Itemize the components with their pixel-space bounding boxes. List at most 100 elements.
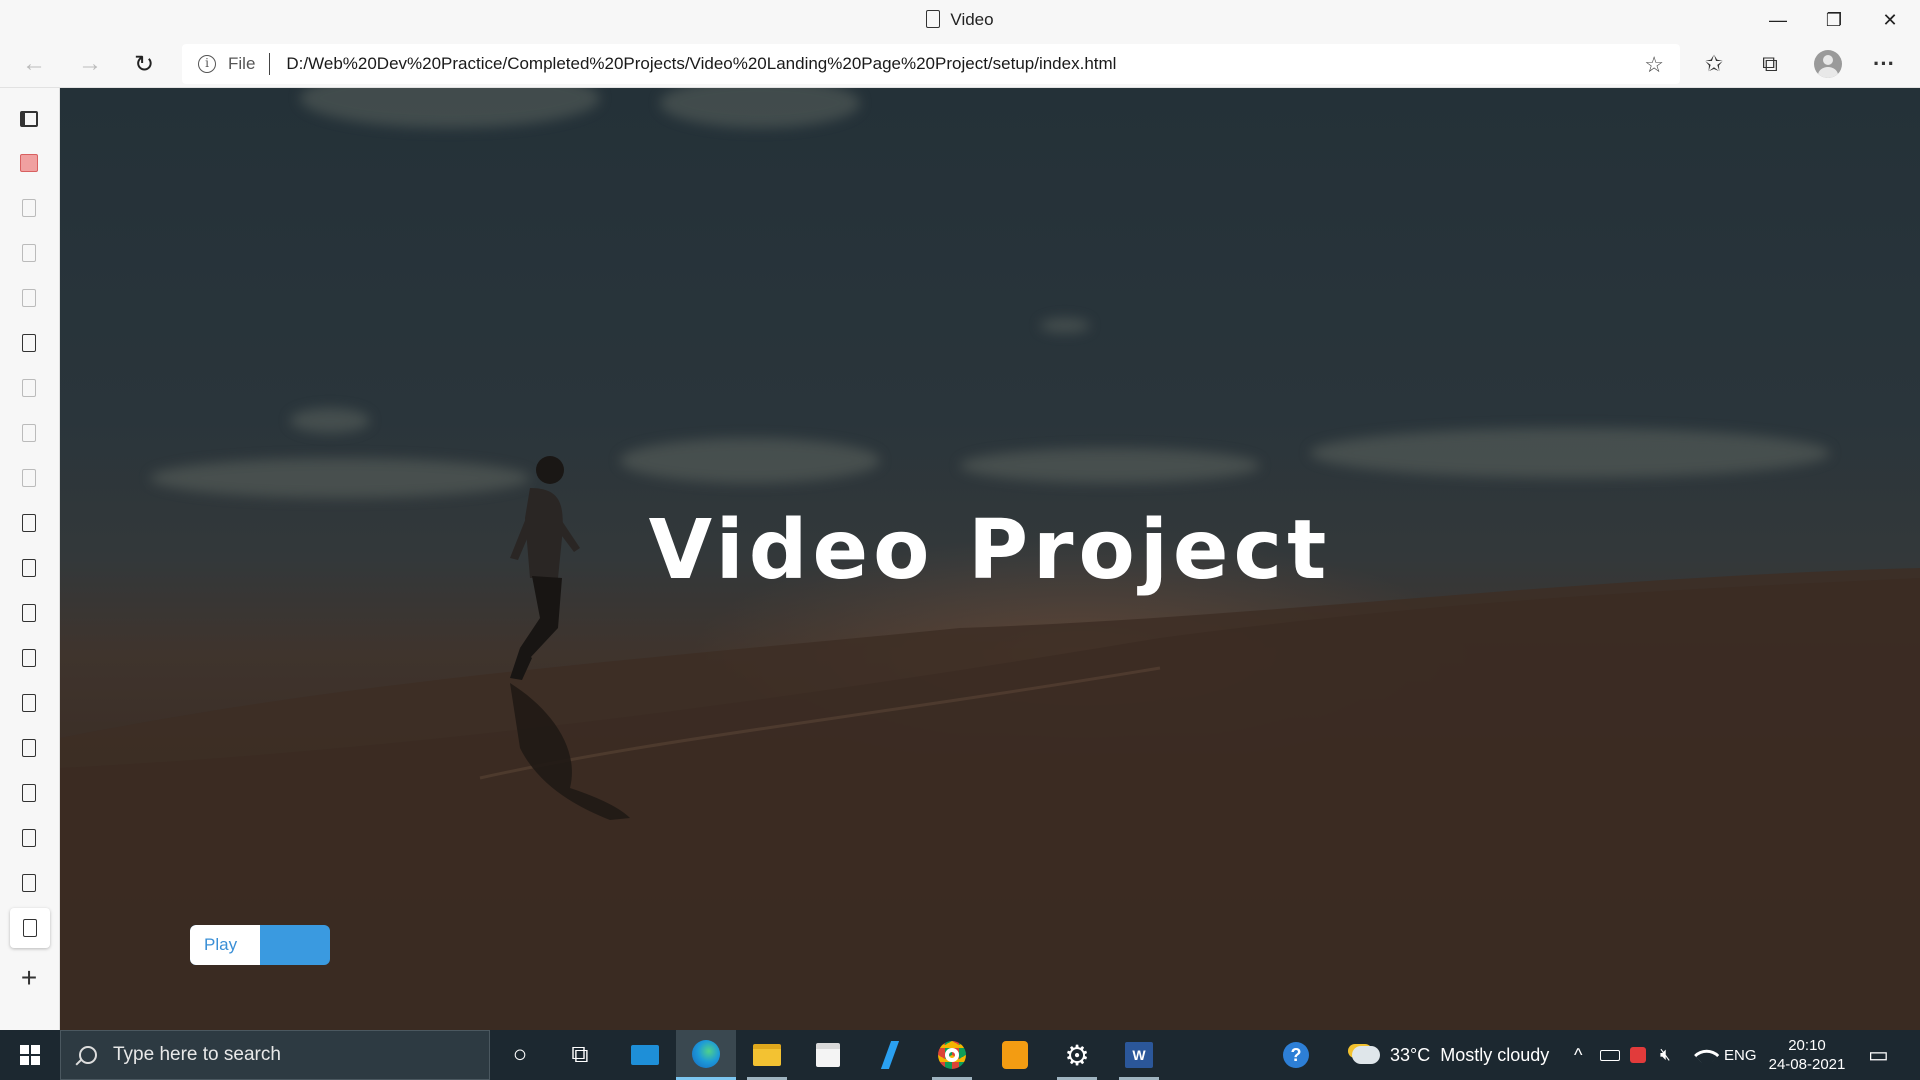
weather-icon [1352,1046,1380,1064]
help-tray[interactable]: ? [1283,1030,1309,1080]
tab-1[interactable] [15,193,43,223]
tab-calendar[interactable] [15,148,43,178]
weather-desc: Mostly cloudy [1440,1044,1550,1065]
language-indicator[interactable]: ENG [1724,1030,1757,1080]
defender-icon[interactable] [1630,1030,1646,1080]
battery-icon[interactable] [1600,1030,1620,1080]
favorites-icon[interactable]: ✩ [1694,44,1734,84]
clock[interactable]: 20:10 24-08-2021 [1762,1036,1852,1074]
add-favorite-icon[interactable]: ☆ [1644,52,1664,78]
forward-button[interactable]: → [70,44,110,84]
avatar [1814,50,1842,78]
weather-widget[interactable]: 33°C Mostly cloudy [1352,1030,1549,1080]
document-icon [22,739,36,757]
tab-2[interactable] [15,238,43,268]
sublime-icon [1002,1041,1028,1069]
cortana-button[interactable]: ○ [490,1030,550,1080]
address-bar[interactable]: i File D:/Web%20Dev%20Practice/Completed… [182,44,1680,84]
sidebar-panel-icon[interactable] [15,104,43,134]
clock-time: 20:10 [1788,1037,1826,1054]
file-explorer-app[interactable] [737,1030,797,1080]
document-icon [22,829,36,847]
tab-3[interactable] [15,283,43,313]
calendar-icon [20,154,38,172]
tab-5[interactable] [15,373,43,403]
tab-12[interactable] [15,688,43,718]
restore-button[interactable]: ❐ [1806,0,1862,40]
volume-muted-icon[interactable]: 🔇︎ [1660,1030,1671,1080]
plus-icon: + [20,962,38,993]
task-view-button[interactable]: ⧉ [550,1030,610,1080]
tab-13[interactable] [15,733,43,763]
document-icon [22,469,36,487]
edge-icon [692,1039,720,1068]
url-scheme: File [228,54,256,73]
document-icon [22,559,36,577]
title-bar: Video — ❐ ✕ [0,0,1920,40]
collections-icon[interactable]: ⧉ [1750,44,1790,84]
site-info-icon[interactable]: i [198,55,216,73]
minimize-button[interactable]: — [1750,0,1806,40]
profile-button[interactable] [1808,44,1848,84]
cloud [300,88,600,128]
refresh-button[interactable]: ↻ [124,44,164,84]
vscode-app[interactable] [860,1030,920,1080]
document-icon [22,694,36,712]
tab-11[interactable] [15,643,43,673]
vscode-icon [880,1041,900,1069]
settings-icon: ⚙ [1064,1039,1090,1071]
taskbar-search[interactable]: Type here to search [60,1030,490,1080]
url-text[interactable]: D:/Web%20Dev%20Practice/Completed%20Proj… [286,54,1116,74]
close-button[interactable]: ✕ [1862,0,1918,40]
window-title: Video [0,10,1920,30]
tab-14[interactable] [15,778,43,808]
document-icon [22,649,36,667]
sublime-app[interactable] [985,1030,1045,1080]
edge-app[interactable] [676,1030,736,1080]
word-icon: W [1125,1042,1153,1068]
back-button[interactable]: ← [14,44,54,84]
mail-app[interactable] [615,1030,675,1080]
tab-9[interactable] [15,553,43,583]
cloud [1040,318,1090,333]
tab-16[interactable] [15,868,43,898]
tab-10[interactable] [15,598,43,628]
address-separator [269,53,271,75]
page-title: Video Project [648,503,1332,598]
cloud [620,438,880,483]
tab-7[interactable] [15,463,43,493]
windows-logo-icon [20,1045,40,1065]
play-toggle[interactable]: Play [190,925,330,965]
new-tab-button[interactable]: + [15,963,43,993]
browser-window: Video — ❐ ✕ ← → ↻ i File D:/Web%20Dev%20… [0,0,1920,1030]
document-icon [22,514,36,532]
search-placeholder: Type here to search [113,1044,281,1065]
video-hero: Video Project Play [60,88,1920,1030]
wifi-icon[interactable] [1692,1030,1720,1080]
notification-center-icon[interactable]: ▭ [1868,1030,1889,1080]
tab-8[interactable] [15,508,43,538]
document-icon [23,919,37,937]
cloud [960,448,1260,483]
play-label: Play [190,925,260,965]
tab-6[interactable] [15,418,43,448]
start-button[interactable] [0,1030,60,1080]
settings-app[interactable]: ⚙ [1047,1030,1107,1080]
weather-temp: 33°C [1390,1044,1431,1065]
search-icon [79,1046,97,1064]
document-icon [22,604,36,622]
store-icon [816,1043,840,1067]
cloud [290,408,370,433]
word-app[interactable]: W [1109,1030,1169,1080]
clock-date: 24-08-2021 [1768,1056,1846,1073]
tab-active[interactable] [10,908,50,948]
chrome-app[interactable] [922,1030,982,1080]
store-app[interactable] [798,1030,858,1080]
document-icon [22,874,36,892]
tab-15[interactable] [15,823,43,853]
cloud [660,88,860,128]
show-hidden-icons[interactable]: ^ [1574,1030,1582,1080]
vertical-tabs-sidebar: + [0,88,60,1030]
tab-4[interactable] [15,328,43,358]
settings-menu-icon[interactable]: ··· [1864,44,1904,84]
